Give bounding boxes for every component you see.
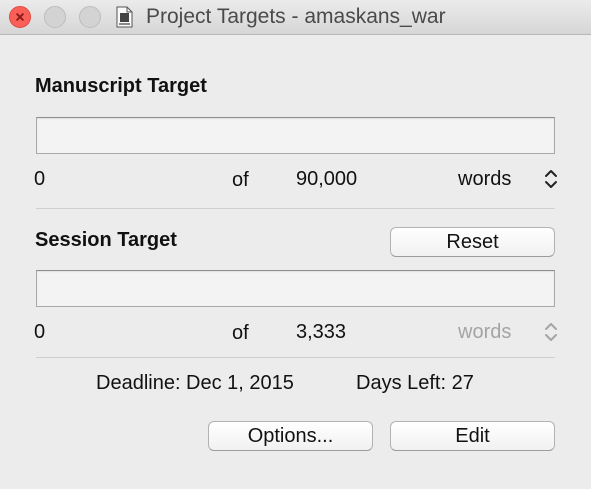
- section-divider: [36, 208, 555, 209]
- session-progress-field: [36, 270, 555, 307]
- manuscript-current-count: 0: [34, 168, 46, 190]
- edit-button[interactable]: Edit: [390, 421, 555, 451]
- window-title: Project Targets - amaskans_war: [146, 5, 446, 28]
- manuscript-unit-label[interactable]: words: [458, 168, 511, 191]
- manuscript-target-count[interactable]: 90,000: [296, 168, 357, 191]
- session-current-count: 0: [34, 321, 46, 343]
- session-unit-label: words: [458, 321, 512, 343]
- up-down-chevron-icon-disabled: [545, 323, 557, 341]
- manuscript-of-label: of: [232, 169, 249, 191]
- reset-button[interactable]: Reset: [390, 227, 555, 257]
- deadline-text: Deadline: Dec 1, 2015: [96, 372, 294, 394]
- zoom-button[interactable]: [79, 6, 101, 28]
- minimize-button[interactable]: [44, 6, 66, 28]
- close-icon[interactable]: [9, 6, 31, 28]
- up-down-chevron-icon[interactable]: [543, 166, 559, 192]
- days-left-text: Days Left: 27: [356, 372, 474, 394]
- session-target-count[interactable]: 3,333: [296, 321, 346, 344]
- section-divider: [36, 357, 555, 358]
- project-targets-window: Project Targets - amaskans_war Manuscrip…: [0, 0, 591, 489]
- options-button[interactable]: Options...: [208, 421, 373, 451]
- session-target-heading: Session Target: [35, 229, 177, 251]
- scrivener-document-icon: [116, 6, 133, 28]
- manuscript-progress-field: [36, 117, 555, 154]
- manuscript-target-heading: Manuscript Target: [35, 75, 207, 97]
- session-of-label: of: [232, 322, 249, 344]
- title-bar[interactable]: Project Targets - amaskans_war: [0, 0, 591, 35]
